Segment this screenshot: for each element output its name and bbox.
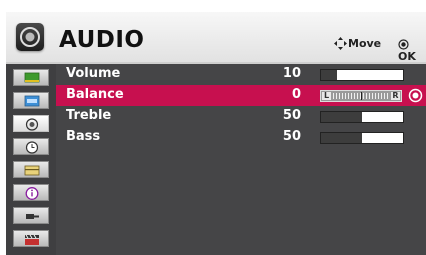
- bass-value: 50: [282, 129, 301, 144]
- bass-slider-fill: [321, 133, 362, 143]
- balance-label: Balance: [66, 87, 124, 102]
- menu-header: AUDIO Move OK: [6, 12, 426, 64]
- option-tab[interactable]: [13, 161, 49, 178]
- treble-slider[interactable]: [320, 111, 404, 123]
- ok-hint: OK: [398, 37, 426, 63]
- media-tab[interactable]: [13, 230, 49, 247]
- speaker-icon: [16, 23, 44, 51]
- screen-tab[interactable]: [13, 92, 49, 109]
- picture-tab[interactable]: [13, 69, 49, 86]
- volume-slider[interactable]: [320, 69, 404, 81]
- treble-label: Treble: [66, 108, 112, 123]
- treble-slider-fill: [321, 112, 362, 122]
- ok-button-icon: [398, 39, 409, 50]
- balance-row[interactable]: Balance 0 L R: [56, 85, 426, 106]
- move-hint: Move: [334, 37, 381, 50]
- picture-icon: [24, 72, 40, 83]
- ok-select-icon: [408, 88, 423, 103]
- audio-menu: AUDIO Move OK Volume 10 Balance 0 L R Tr…: [6, 12, 426, 255]
- treble-row[interactable]: Treble 50: [56, 106, 426, 127]
- ok-hint-label: OK: [398, 50, 416, 63]
- bass-label: Bass: [66, 129, 101, 144]
- bass-row[interactable]: Bass 50: [56, 127, 426, 148]
- volume-value: 10: [282, 66, 301, 81]
- volume-label: Volume: [66, 66, 121, 81]
- volume-row[interactable]: Volume 10: [56, 64, 426, 85]
- speaker-icon: [25, 118, 39, 131]
- input-tab[interactable]: [13, 207, 49, 224]
- time-tab[interactable]: [13, 138, 49, 155]
- treble-value: 50: [282, 108, 301, 123]
- volume-slider-fill: [321, 70, 338, 80]
- balance-right-label: R: [391, 91, 400, 100]
- info-icon: [25, 187, 39, 200]
- balance-value: 0: [291, 87, 301, 102]
- audio-tab[interactable]: [13, 115, 49, 132]
- menu-sidebar: [6, 64, 56, 255]
- input-icon: [26, 214, 39, 219]
- menu-title: AUDIO: [59, 27, 145, 53]
- info-tab[interactable]: [13, 184, 49, 201]
- option-icon: [24, 165, 40, 176]
- move-hint-label: Move: [348, 37, 382, 50]
- settings-panel: Volume 10 Balance 0 L R Treble 50 Bass 5…: [56, 64, 426, 255]
- balance-left-label: L: [322, 91, 331, 100]
- balance-center-marker: [361, 92, 362, 100]
- balance-slider[interactable]: L R: [320, 90, 402, 102]
- bass-slider[interactable]: [320, 132, 404, 144]
- four-way-arrow-icon: [334, 37, 347, 50]
- screen-icon: [24, 95, 40, 107]
- clock-icon: [25, 141, 39, 154]
- clapperboard-icon: [25, 234, 39, 245]
